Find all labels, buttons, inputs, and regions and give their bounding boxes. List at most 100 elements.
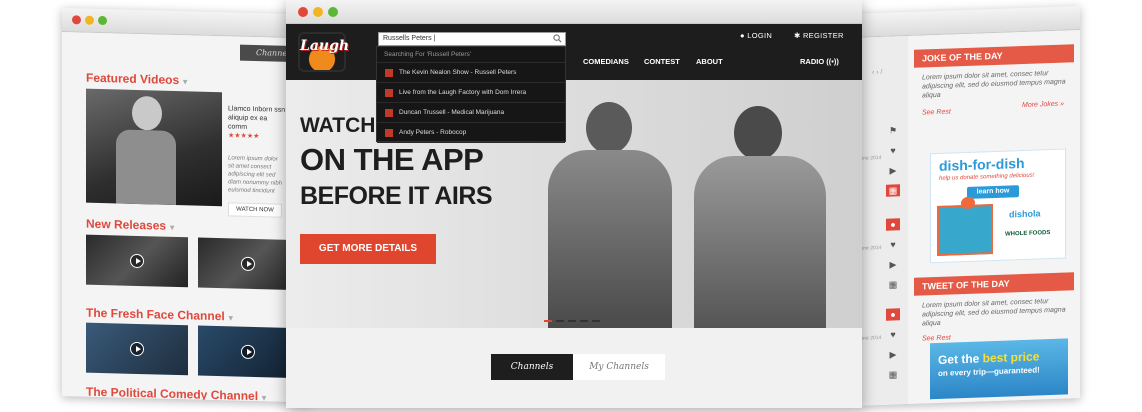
list-column-strip: ‹ › / ⚑ ♥ ▶ ▦ June 2014 ● ♥ ▶ ▦ June 201… [858, 36, 908, 406]
tweet-of-the-day-header: TWEET OF THE DAY [914, 272, 1074, 296]
fresh-face-title[interactable]: The Fresh Face Channel ▾ [86, 306, 233, 324]
ad-title: dish-for-dish [939, 154, 1025, 174]
video-icon[interactable]: ▶ [886, 164, 900, 176]
minimize-dot-icon[interactable] [313, 7, 323, 17]
main-browser-window: Laugh Russells Peters | ● LOGIN ✱ REGIST… [286, 0, 862, 408]
search-suggestion[interactable]: Live from the Laugh Factory with Dom Irr… [377, 83, 565, 103]
gear-icon: ✱ [794, 31, 803, 40]
chevron-down-icon: ▾ [183, 77, 188, 87]
hero-banner: WATCH ON THE APP BEFORE IT AIRS GET MORE… [286, 80, 862, 328]
left-page-body: Channels Featured Videos ▾ Llamco Inborn … [62, 32, 312, 403]
watch-now-button[interactable]: WATCH NOW [228, 202, 282, 218]
search-input[interactable]: Russells Peters | [378, 32, 566, 46]
slide-dot[interactable] [544, 320, 552, 322]
play-icon[interactable] [241, 344, 255, 360]
slide-dot[interactable] [568, 320, 576, 322]
play-icon[interactable] [130, 341, 144, 357]
comedian-body [116, 129, 176, 205]
close-dot-icon[interactable] [298, 7, 308, 17]
action-icons-group: ● ♥ ▶ ▦ [886, 308, 904, 389]
nav-radio[interactable]: RADIO ((•)) [800, 57, 839, 66]
ad-subtitle: help us donate something delicious! [939, 172, 1035, 182]
action-icons-group: ● ♥ ▶ ▦ [886, 218, 904, 299]
laugh-factory-logo[interactable]: Laugh [298, 32, 350, 72]
video-icon[interactable]: ▶ [886, 348, 900, 360]
tweet-text: Lorem ipsum dolor sit amet, consec tetur… [922, 298, 1066, 328]
brand-logo: dishola [1009, 208, 1041, 220]
joke-text: Lorem ipsum dolor sit amet, consec tetur… [922, 70, 1066, 100]
featured-desc-line: aliquip ex ea comm [228, 114, 268, 131]
search-icon[interactable] [553, 34, 562, 43]
logo-text: Laugh [300, 38, 350, 54]
video-thumbnail[interactable] [198, 237, 298, 291]
video-thumbnail[interactable] [86, 322, 188, 376]
see-rest-link[interactable]: See Rest [922, 109, 951, 117]
video-thumbnail[interactable] [86, 234, 188, 288]
learn-how-button[interactable]: learn how [967, 185, 1019, 199]
channel-tabs-area: Channels My Channels [286, 328, 862, 408]
user-icon[interactable]: ● [886, 308, 900, 321]
heart-icon[interactable]: ♥ [886, 328, 900, 340]
close-dot-icon[interactable] [72, 15, 81, 25]
featured-videos-title[interactable]: Featured Videos ▾ [86, 71, 187, 88]
calendar-icon[interactable]: ▦ [886, 184, 900, 197]
featured-description-lines: Lorem ipsum dolor sit amet consect adipi… [228, 154, 284, 195]
hero-line-before-it-airs: BEFORE IT AIRS [300, 182, 493, 210]
search-suggestions-dropdown: Searching For 'Russell Peters' The Kevin… [376, 46, 566, 143]
chevron-down-icon: ▾ [262, 393, 267, 403]
best-price-ad[interactable]: Get the best price on every trip—guarant… [930, 338, 1068, 400]
calendar-icon[interactable]: ▦ [886, 278, 900, 290]
nav-contest[interactable]: CONTEST [644, 57, 680, 66]
comedian-head [586, 102, 632, 154]
heart-icon[interactable]: ♥ [886, 144, 900, 156]
register-link[interactable]: ✱ REGISTER [794, 31, 844, 40]
play-icon[interactable] [241, 256, 255, 272]
slide-dot[interactable] [580, 320, 588, 322]
login-link[interactable]: ● LOGIN [740, 31, 772, 40]
play-icon[interactable] [130, 253, 144, 269]
mockup-stage: Channels Featured Videos ▾ Llamco Inborn … [0, 0, 1142, 412]
featured-video-thumbnail[interactable] [86, 88, 222, 207]
hero-line-on-the-app: ON THE APP [300, 142, 484, 177]
minimize-dot-icon[interactable] [85, 15, 94, 25]
slide-dot[interactable] [592, 320, 600, 322]
search-value: Russells Peters | [383, 35, 436, 42]
tab-my-channels[interactable]: My Channels [573, 354, 665, 380]
comedian-head [734, 106, 782, 160]
video-icon[interactable]: ▶ [886, 258, 900, 270]
comedian-head [132, 95, 162, 131]
desc-line: euismod tincidunt [228, 187, 275, 195]
joke-of-the-day-header: JOKE OF THE DAY [914, 44, 1074, 68]
rating-stars: ★★★★★ [228, 132, 260, 141]
new-releases-title[interactable]: New Releases ▾ [86, 217, 174, 233]
search-suggestion[interactable]: Andy Peters - Robocop [377, 123, 565, 143]
more-jokes-link[interactable]: More Jokes » [1022, 101, 1064, 109]
left-browser-window: Channels Featured Videos ▾ Llamco Inborn … [62, 8, 312, 403]
get-more-details-button[interactable]: GET MORE DETAILS [300, 234, 436, 264]
maximize-dot-icon[interactable] [328, 7, 338, 17]
tab-channels[interactable]: Channels [491, 354, 573, 380]
pagination-icons[interactable]: ‹ › / [872, 69, 883, 76]
slide-dot[interactable] [556, 320, 564, 322]
heart-icon[interactable]: ♥ [886, 238, 900, 250]
window-titlebar [286, 0, 862, 24]
dish-for-dish-ad[interactable]: dish-for-dish help us donate something d… [930, 148, 1066, 264]
right-page-body: ‹ › / ⚑ ♥ ▶ ▦ June 2014 ● ♥ ▶ ▦ June 201… [858, 30, 1080, 406]
user-icon[interactable]: ● [886, 218, 900, 231]
chevron-down-icon: ▾ [170, 222, 175, 232]
calendar-icon[interactable]: ▦ [886, 368, 900, 380]
search-suggestion[interactable]: Duncan Trussell - Medical Marijuana [377, 103, 565, 123]
hero-line-watch: WATCH [300, 114, 376, 137]
chevron-down-icon: ▾ [228, 313, 233, 323]
nav-comedians[interactable]: COMEDIANS [583, 57, 629, 66]
flag-icon[interactable]: ⚑ [886, 124, 900, 136]
see-rest-link[interactable]: See Rest [922, 335, 951, 343]
partner-logo: WHOLE FOODS [1005, 230, 1051, 238]
nav-about[interactable]: ABOUT [696, 57, 723, 66]
price-ad-headline: Get the best price [938, 349, 1040, 367]
site-header: Laugh Russells Peters | ● LOGIN ✱ REGIST… [286, 24, 862, 80]
maximize-dot-icon[interactable] [98, 15, 107, 26]
search-suggestion[interactable]: The Kevin Nealon Show - Russell Peters [377, 63, 565, 83]
video-thumbnail[interactable] [198, 325, 298, 379]
political-comedy-title[interactable]: The Political Comedy Channel ▾ [86, 385, 266, 403]
